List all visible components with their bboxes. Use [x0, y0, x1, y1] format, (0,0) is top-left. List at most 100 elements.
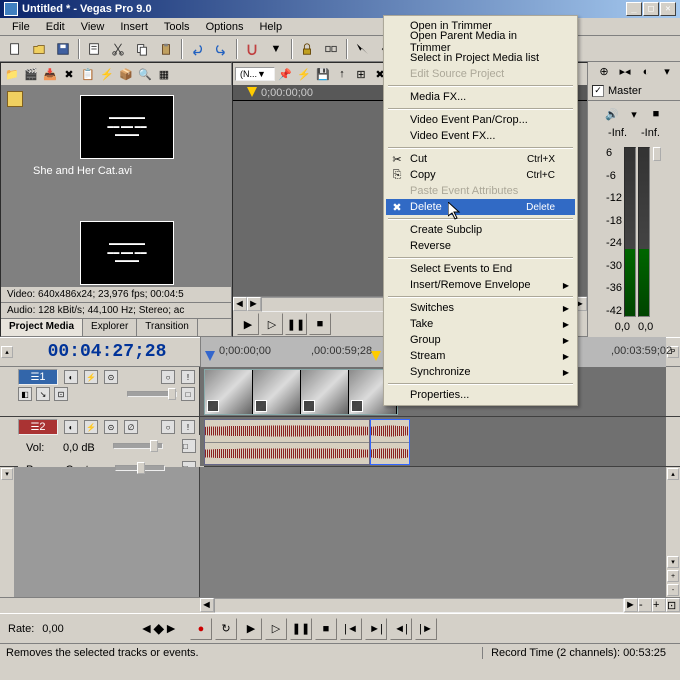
- trimmer-play2-button[interactable]: ▷: [261, 313, 283, 335]
- pan-slider[interactable]: [115, 465, 165, 471]
- menu-file[interactable]: File: [4, 19, 38, 35]
- mixer-output-icon[interactable]: 🔊: [603, 105, 621, 123]
- cut-button[interactable]: [107, 38, 129, 60]
- media-search-button[interactable]: 🔍: [136, 65, 154, 83]
- ignore-group-button[interactable]: [320, 38, 342, 60]
- prev-frame-button[interactable]: ◄|: [390, 618, 412, 640]
- maximize-button[interactable]: □: [643, 2, 659, 16]
- media-remove-button[interactable]: ✖: [60, 65, 78, 83]
- vscroll-up[interactable]: ▴: [667, 468, 679, 480]
- timeline-scrollbar[interactable]: [214, 598, 624, 613]
- tab-explorer[interactable]: Explorer: [83, 319, 137, 336]
- cm-cut[interactable]: ✂CutCtrl+X: [386, 151, 575, 167]
- cm-sync[interactable]: Synchronize▶: [386, 364, 575, 380]
- media-fx-button[interactable]: ⚡: [98, 65, 116, 83]
- level-slider[interactable]: [127, 391, 177, 397]
- tl-scroll-right[interactable]: ►: [624, 598, 638, 612]
- timeline-empty-area[interactable]: [200, 467, 666, 597]
- trimmer-up-icon[interactable]: ↑: [333, 65, 351, 83]
- vol-slider[interactable]: [113, 443, 163, 449]
- lock-button[interactable]: [296, 38, 318, 60]
- snap-button[interactable]: [241, 38, 263, 60]
- zoom-fit-button[interactable]: ⊡: [666, 598, 680, 612]
- video-event[interactable]: [204, 369, 398, 415]
- trimmer-pin-icon[interactable]: 📌: [276, 65, 294, 83]
- solo-button[interactable]: !: [181, 370, 195, 384]
- cm-select-pm[interactable]: Select in Project Media list: [386, 50, 575, 66]
- cm-open-parent[interactable]: Open Parent Media in Trimmer: [386, 34, 575, 50]
- trimmer-pause-button[interactable]: ❚❚: [285, 313, 307, 335]
- arm-record-button[interactable]: ◐: [64, 420, 78, 434]
- cursor-marker-icon[interactable]: [371, 351, 381, 361]
- media-thumbnail-2[interactable]: ▬▬▬▬▬▬▬▬ ▬▬ ▬▬▬▬▬▬: [80, 221, 174, 285]
- media-props-button[interactable]: 📋: [79, 65, 97, 83]
- media-get-button[interactable]: 📥: [41, 65, 59, 83]
- menu-insert[interactable]: Insert: [112, 19, 156, 35]
- mute-button[interactable]: ○: [161, 370, 175, 384]
- cm-properties[interactable]: Properties...: [386, 387, 575, 403]
- compositing-button[interactable]: ◧: [18, 387, 32, 401]
- ripple-button[interactable]: ▼: [265, 38, 287, 60]
- cm-group[interactable]: Group▶: [386, 332, 575, 348]
- mixer-props-icon[interactable]: ▸◂: [616, 63, 634, 81]
- cm-reverse[interactable]: Reverse: [386, 238, 575, 254]
- audio-mute-button[interactable]: ○: [161, 420, 175, 434]
- zoom-in-button[interactable]: +: [652, 598, 666, 612]
- vscroll-down[interactable]: ▾: [667, 556, 679, 568]
- menu-help[interactable]: Help: [251, 19, 290, 35]
- invert-phase-button[interactable]: ∅: [124, 420, 138, 434]
- audio-auto-button[interactable]: ⊙: [104, 420, 118, 434]
- bypass-fx-button[interactable]: ◐: [64, 370, 78, 384]
- zoom-height-in[interactable]: +: [667, 570, 679, 582]
- zoom-out-button[interactable]: -: [638, 598, 652, 612]
- cm-subclip[interactable]: Create Subclip: [386, 222, 575, 238]
- scroll-left-button[interactable]: ◄: [233, 297, 247, 311]
- trimmer-marker-icon[interactable]: [247, 87, 257, 97]
- media-bin-button[interactable]: 📦: [117, 65, 135, 83]
- cm-take[interactable]: Take▶: [386, 316, 575, 332]
- menu-options[interactable]: Options: [198, 19, 252, 35]
- in-marker-icon[interactable]: [205, 351, 215, 361]
- mixer-fx-icon[interactable]: ▾: [625, 105, 643, 123]
- media-capture-button[interactable]: 🎬: [22, 65, 40, 83]
- make-child-button[interactable]: ↘: [36, 387, 50, 401]
- close-button[interactable]: ✕: [660, 2, 676, 16]
- scrub-icon[interactable]: ◄◆►: [140, 620, 178, 637]
- cm-delete[interactable]: ✖DeleteDelete: [386, 199, 575, 215]
- automation-button[interactable]: ⊙: [104, 370, 118, 384]
- go-end-button[interactable]: ►|: [365, 618, 387, 640]
- media-thumbnail[interactable]: ▬▬▬▬▬▬▬▬ ▬▬ ▬▬▬▬▬▬: [80, 95, 174, 159]
- new-button[interactable]: [4, 38, 26, 60]
- track-fx-button[interactable]: ⚡: [84, 370, 98, 384]
- import-button[interactable]: 📁: [3, 65, 21, 83]
- record-button[interactable]: ●: [190, 618, 212, 640]
- cm-stream[interactable]: Stream▶: [386, 348, 575, 364]
- next-frame-button[interactable]: |►: [415, 618, 437, 640]
- cm-event-fx[interactable]: Video Event FX...: [386, 128, 575, 144]
- trimmer-play-button[interactable]: ▶: [237, 313, 259, 335]
- level-reset-button[interactable]: □: [181, 387, 195, 401]
- audio-track-content[interactable]: [200, 417, 666, 466]
- mixer-dim-icon[interactable]: ◐: [637, 63, 655, 81]
- cm-envelope[interactable]: Insert/Remove Envelope▶: [386, 277, 575, 293]
- pause-button[interactable]: ❚❚: [290, 618, 312, 640]
- mixer-down-icon[interactable]: ▾: [658, 63, 676, 81]
- minimize-button[interactable]: _: [626, 2, 642, 16]
- open-button[interactable]: [28, 38, 50, 60]
- copy-button[interactable]: [131, 38, 153, 60]
- track-scroll-up[interactable]: ▴: [1, 346, 13, 358]
- loop-button[interactable]: ↻: [215, 618, 237, 640]
- trimmer-sort-icon[interactable]: ⊞: [352, 65, 370, 83]
- cm-copy[interactable]: ⎘CopyCtrl+C: [386, 167, 575, 183]
- audio-track-header[interactable]: ☰ 2 ◐ ⚡ ⊙ ∅ ○ ! Vol:0,0 dB□ Pan:Center□: [14, 417, 200, 466]
- trimmer-fx-icon[interactable]: ⚡: [295, 65, 313, 83]
- folder-icon[interactable]: [7, 91, 23, 107]
- audio-solo-button[interactable]: !: [181, 420, 195, 434]
- undo-button[interactable]: [186, 38, 208, 60]
- menu-edit[interactable]: Edit: [38, 19, 73, 35]
- mixer-insert-icon[interactable]: ⊕: [595, 63, 613, 81]
- paste-button[interactable]: [155, 38, 177, 60]
- tab-project-media[interactable]: Project Media: [1, 319, 83, 336]
- tab-transitions[interactable]: Transition: [137, 319, 198, 336]
- stop-button[interactable]: ■: [315, 618, 337, 640]
